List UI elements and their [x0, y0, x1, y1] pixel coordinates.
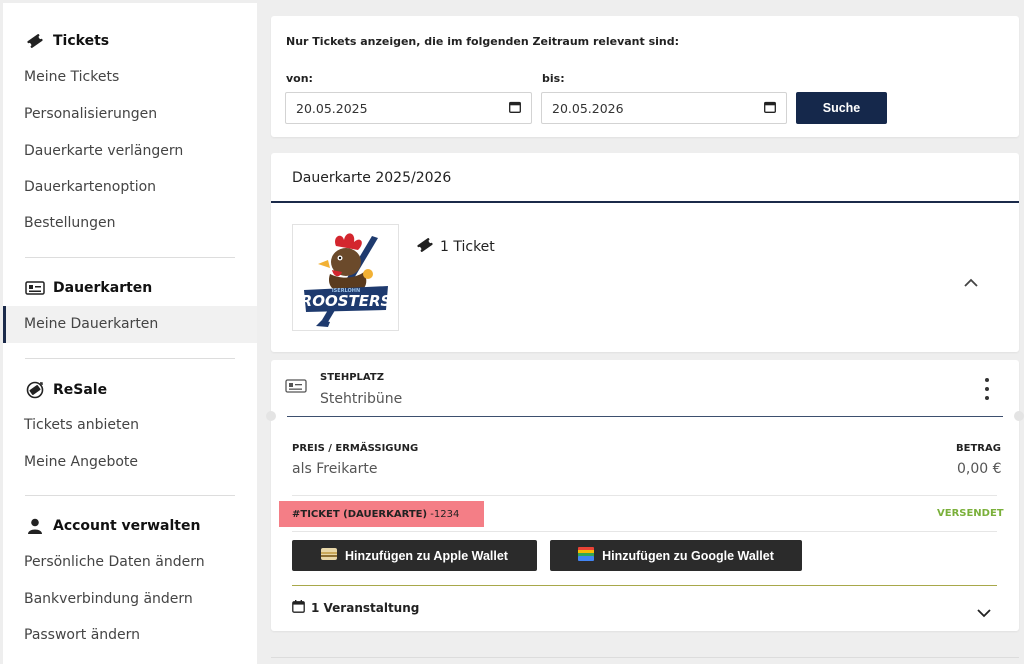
sidebar-item-meine-tickets[interactable]: Meine Tickets: [24, 69, 119, 85]
sidebar-item-persoenliche-daten[interactable]: Persönliche Daten ändern: [24, 554, 205, 570]
sidebar-item-bestellungen[interactable]: Bestellungen: [24, 215, 116, 231]
sidebar-item-dauerkartenoption[interactable]: Dauerkartenoption: [24, 179, 156, 195]
next-card-edge: [271, 657, 1019, 658]
sidebar-heading-dauerkarten: Dauerkarten: [25, 279, 152, 297]
more-options-icon[interactable]: [980, 378, 994, 400]
sidebar-heading-resale: ReSale: [25, 381, 107, 399]
date-filter-card: Nur Tickets anzeigen, die im folgenden Z…: [271, 16, 1019, 137]
google-wallet-icon: [578, 547, 595, 564]
amount-label: BETRAG: [956, 443, 1001, 454]
sidebar-divider: [25, 257, 235, 258]
ticket-notch-right: [1014, 411, 1024, 421]
section-rule: [287, 416, 1003, 417]
to-date-input[interactable]: 20.05.2026: [541, 92, 787, 124]
sidebar-divider: [25, 358, 235, 359]
ticket-number: #TICKET (DAUERKARTE) -1234: [279, 501, 484, 527]
svg-text:ROOSTERS: ROOSTERS: [300, 292, 391, 310]
events-toggle[interactable]: 1 Veranstaltung: [292, 600, 419, 616]
calendar-icon: [292, 600, 305, 616]
price-label: PREIS / ERMÄSSIGUNG: [292, 443, 419, 454]
to-label: bis:: [542, 72, 565, 85]
ticket-icon: [416, 237, 434, 257]
id-card-icon: [25, 279, 45, 297]
chevron-up-icon[interactable]: [964, 272, 978, 291]
google-wallet-button[interactable]: Hinzufügen zu Google Wallet: [550, 540, 802, 571]
sidebar-item-meine-dauerkarten[interactable]: Meine Dauerkarten: [24, 316, 158, 332]
season-title: Dauerkarte 2025/2026: [292, 170, 452, 186]
ticket-icon: [25, 32, 45, 50]
divider: [292, 495, 997, 496]
resale-icon: [25, 381, 45, 399]
filter-title: Nur Tickets anzeigen, die im folgenden Z…: [286, 35, 680, 48]
calendar-icon[interactable]: [509, 101, 521, 116]
roosters-logo-icon: ROOSTERS ISERLOHN: [300, 232, 391, 327]
sidebar-item-bankverbindung[interactable]: Bankverbindung ändern: [24, 591, 193, 607]
amount-value: 0,00 €: [957, 461, 1002, 477]
from-date-input[interactable]: 20.05.2025: [285, 92, 532, 124]
ticket-notch-left: [266, 411, 276, 421]
svg-text:ISERLOHN: ISERLOHN: [331, 288, 359, 294]
ticket-detail-card: STEHPLATZ Stehtribüne PREIS / ERMÄSSIGUN…: [266, 360, 1024, 631]
season-title-rule: [271, 201, 1019, 203]
from-label: von:: [286, 72, 313, 85]
sidebar-item-meine-angebote[interactable]: Meine Angebote: [24, 454, 138, 470]
section-rule: [292, 585, 997, 586]
calendar-icon[interactable]: [764, 101, 776, 116]
sidebar: Tickets Meine Tickets Personalisierungen…: [3, 3, 257, 664]
sidebar-heading-tickets: Tickets: [25, 32, 109, 50]
search-button[interactable]: Suche: [796, 92, 887, 124]
season-ticket-card: Dauerkarte 2025/2026 ROOSTERS ISERLOHN 1…: [271, 153, 1019, 352]
sidebar-item-passwort[interactable]: Passwort ändern: [24, 627, 140, 643]
sidebar-item-tickets-anbieten[interactable]: Tickets anbieten: [24, 417, 139, 433]
sidebar-heading-account: Account verwalten: [25, 517, 200, 535]
sidebar-item-dauerkarte-verlaengern[interactable]: Dauerkarte verlängern: [24, 143, 183, 159]
price-value: als Freikarte: [292, 461, 378, 477]
apple-wallet-icon: [321, 548, 338, 563]
seat-type-value: Stehtribüne: [320, 391, 403, 407]
sidebar-item-personalisierungen[interactable]: Personalisierungen: [24, 106, 157, 122]
id-card-icon: [285, 378, 307, 397]
apple-wallet-button[interactable]: Hinzufügen zu Apple Wallet: [292, 540, 537, 571]
status-badge: VERSENDET: [937, 508, 1004, 519]
ticket-count: 1 Ticket: [416, 237, 495, 257]
sidebar-divider: [25, 495, 235, 496]
chevron-down-icon[interactable]: [977, 603, 991, 622]
team-logo: ROOSTERS ISERLOHN: [292, 224, 399, 331]
seat-type-label: STEHPLATZ: [320, 372, 384, 383]
divider: [292, 531, 997, 532]
user-icon: [25, 517, 45, 535]
